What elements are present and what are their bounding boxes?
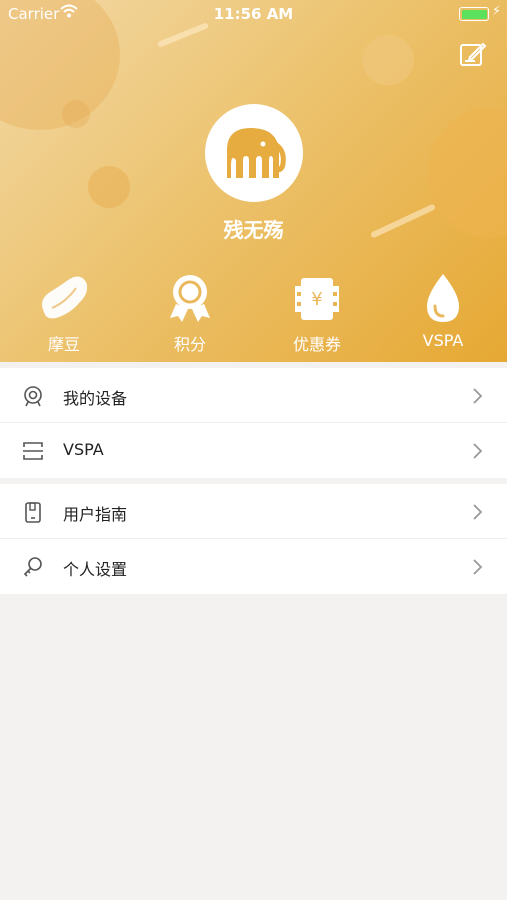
settings-icon <box>23 557 42 577</box>
elephant-logo-icon <box>227 128 286 178</box>
menu-group-support: 用户指南 个人设置 <box>0 484 507 594</box>
device-icon <box>24 386 42 407</box>
coupon-icon: ¥ <box>295 278 339 320</box>
chevron-right-icon <box>473 388 483 404</box>
quick-action-label: 积分 <box>173 335 206 354</box>
menu-item-label: 用户指南 <box>63 505 128 524</box>
guide-icon <box>25 502 41 523</box>
username: 残无殇 <box>223 218 284 242</box>
chevron-right-icon <box>473 443 483 459</box>
quick-action-coupon[interactable]: ¥ 优惠券 <box>272 272 362 355</box>
quick-action-label: VSPA <box>422 331 464 350</box>
charging-icon: ⚡ <box>491 4 501 19</box>
menu-item-label: 我的设备 <box>63 389 128 408</box>
menu-item-vspa[interactable]: VSPA <box>0 423 507 478</box>
menu-item-user-guide[interactable]: 用户指南 <box>0 484 507 539</box>
bean-icon <box>42 276 88 319</box>
svg-text:¥: ¥ <box>311 289 322 310</box>
decor-circle <box>362 35 414 85</box>
menu-item-my-devices[interactable]: 我的设备 <box>0 368 507 423</box>
chevron-right-icon <box>473 559 483 575</box>
quick-action-label: 优惠券 <box>292 335 341 354</box>
decor-circle <box>62 100 90 128</box>
clock: 11:56 AM <box>213 5 294 23</box>
menu-item-personal-settings[interactable]: 个人设置 <box>0 539 507 594</box>
battery-icon <box>459 7 489 21</box>
edit-profile-icon[interactable] <box>459 40 487 68</box>
menu-group-devices: 我的设备 VSPA <box>0 368 507 478</box>
scan-icon <box>23 442 43 460</box>
status-bar: Carrier 11:56 AM ⚡ <box>0 0 507 28</box>
profile-header: Carrier 11:56 AM ⚡ 残无殇 摩豆 积分 ¥ 优惠券 VSPA <box>0 0 507 362</box>
quick-action-vspa[interactable]: VSPA <box>398 272 488 350</box>
quick-action-modou[interactable]: 摩豆 <box>19 272 109 355</box>
decor-circle <box>88 166 130 208</box>
quick-action-label: 摩豆 <box>47 335 80 354</box>
menu-item-label: 个人设置 <box>63 560 128 579</box>
chevron-right-icon <box>473 504 483 520</box>
drop-icon <box>427 274 459 322</box>
menu-item-label: VSPA <box>63 440 104 459</box>
quick-action-points[interactable]: 积分 <box>145 272 235 355</box>
medal-icon <box>170 275 210 322</box>
avatar[interactable] <box>205 104 303 202</box>
